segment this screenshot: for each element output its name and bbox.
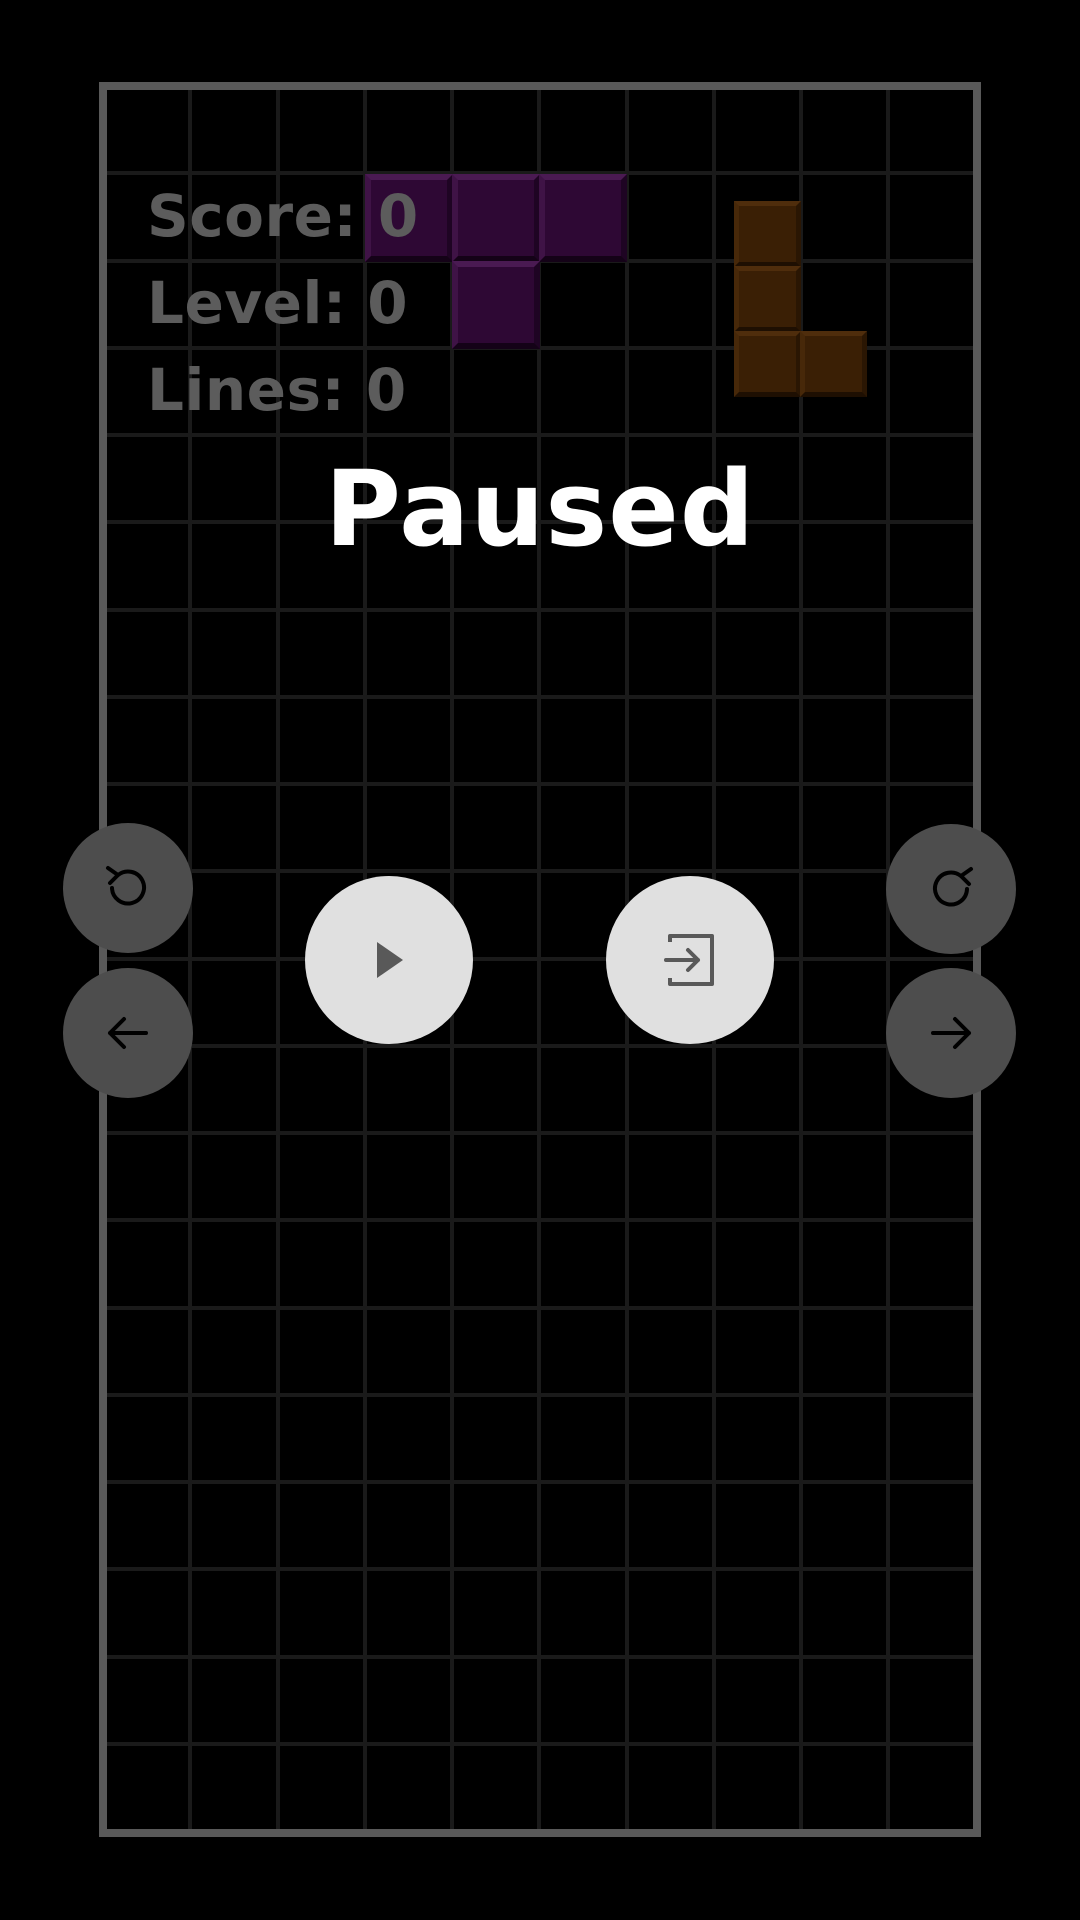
score-label: Score: 0 xyxy=(147,182,419,250)
move-left-button[interactable] xyxy=(63,968,193,1098)
paused-title: Paused xyxy=(324,448,756,570)
piece-block xyxy=(452,261,540,349)
piece-block xyxy=(800,331,867,397)
rotate-right-button[interactable] xyxy=(886,824,1016,954)
piece-block xyxy=(734,331,801,397)
level-label: Level: 0 xyxy=(147,269,409,337)
arrow-right-icon xyxy=(931,1017,971,1049)
resume-button[interactable] xyxy=(305,876,473,1044)
move-right-button[interactable] xyxy=(886,968,1016,1098)
piece-block xyxy=(734,266,801,332)
rotate-left-icon xyxy=(106,866,146,906)
piece-block xyxy=(734,201,801,267)
piece-block xyxy=(539,174,627,262)
lines-label: Lines: 0 xyxy=(147,356,407,424)
rotate-left-button[interactable] xyxy=(63,823,193,953)
rotate-right-icon xyxy=(933,867,973,907)
arrow-left-icon xyxy=(108,1017,148,1049)
play-icon xyxy=(377,942,403,978)
exit-button[interactable] xyxy=(606,876,774,1044)
piece-block xyxy=(452,174,540,262)
exit-icon xyxy=(664,934,714,986)
